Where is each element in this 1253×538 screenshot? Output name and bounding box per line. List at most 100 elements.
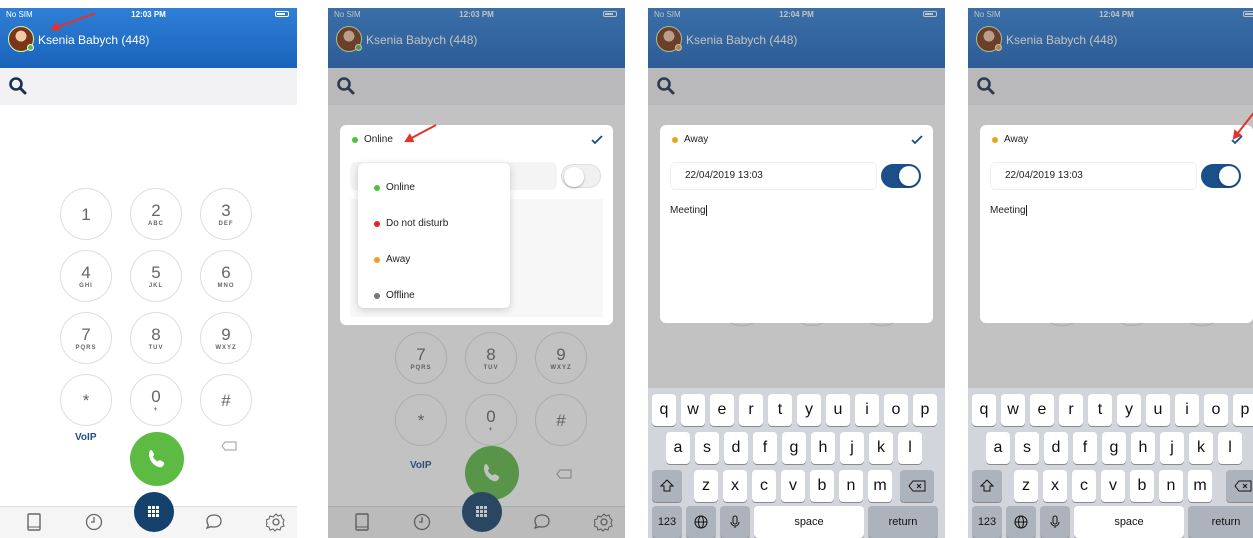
key-w[interactable]: w	[681, 394, 705, 426]
away-until-datetime[interactable]: 22/04/2019 13:03	[670, 162, 877, 190]
dial-key-6[interactable]: 6MNO	[200, 250, 252, 302]
key-g[interactable]: g	[782, 432, 806, 464]
key-j[interactable]: j	[1160, 432, 1184, 464]
key-h[interactable]: h	[1131, 432, 1155, 464]
dial-key-hash[interactable]: #	[200, 374, 252, 426]
presence-option-do-not-disturb[interactable]: Do not disturb	[358, 205, 510, 241]
key-c[interactable]: c	[1072, 470, 1096, 502]
checkmark-icon[interactable]	[911, 133, 923, 145]
key-s[interactable]: s	[695, 432, 719, 464]
key-h[interactable]: h	[811, 432, 835, 464]
user-name[interactable]: Ksenia Babych (448)	[38, 33, 149, 47]
shift-icon[interactable]	[652, 470, 682, 502]
key-k[interactable]: k	[869, 432, 893, 464]
space-key[interactable]: space	[754, 506, 864, 538]
globe-icon[interactable]	[1006, 506, 1036, 538]
away-until-toggle[interactable]	[561, 164, 601, 188]
key-v[interactable]: v	[781, 470, 805, 502]
numbers-key[interactable]: 123	[972, 506, 1002, 538]
dial-key-1[interactable]: 1	[60, 188, 112, 240]
key-b[interactable]: b	[1130, 470, 1154, 502]
key-r[interactable]: r	[1059, 394, 1083, 426]
key-p[interactable]: p	[1233, 394, 1253, 426]
key-m[interactable]: m	[1188, 470, 1212, 502]
key-k[interactable]: k	[1189, 432, 1213, 464]
key-x[interactable]: x	[1043, 470, 1067, 502]
key-z[interactable]: z	[1014, 470, 1038, 502]
return-key[interactable]: return	[868, 506, 938, 538]
status-selector[interactable]: Away	[660, 125, 933, 155]
key-s[interactable]: s	[1015, 432, 1039, 464]
key-e[interactable]: e	[1030, 394, 1054, 426]
key-u[interactable]: u	[826, 394, 850, 426]
key-a[interactable]: a	[666, 432, 690, 464]
key-o[interactable]: o	[1204, 394, 1228, 426]
presence-option-away[interactable]: Away	[358, 241, 510, 277]
key-n[interactable]: n	[839, 470, 863, 502]
space-key[interactable]: space	[1074, 506, 1184, 538]
key-y[interactable]: y	[797, 394, 821, 426]
key-m[interactable]: m	[868, 470, 892, 502]
key-w[interactable]: w	[1001, 394, 1025, 426]
key-l[interactable]: l	[1218, 432, 1242, 464]
key-j[interactable]: j	[840, 432, 864, 464]
voip-label[interactable]: VoIP	[75, 432, 96, 443]
key-q[interactable]: q	[652, 394, 676, 426]
key-v[interactable]: v	[1101, 470, 1125, 502]
key-z[interactable]: z	[694, 470, 718, 502]
key-d[interactable]: d	[724, 432, 748, 464]
key-b[interactable]: b	[810, 470, 834, 502]
dial-key-3[interactable]: 3DEF	[200, 188, 252, 240]
microphone-icon[interactable]	[720, 506, 750, 538]
presence-option-online[interactable]: Online	[358, 169, 510, 205]
dial-key-7[interactable]: 7PQRS	[60, 312, 112, 364]
key-c[interactable]: c	[752, 470, 776, 502]
call-button[interactable]	[130, 432, 184, 486]
dial-key-2[interactable]: 2ABC	[130, 188, 182, 240]
status-selector[interactable]: Away	[980, 125, 1253, 155]
away-until-toggle[interactable]	[881, 164, 921, 188]
status-note-input[interactable]: Meeting	[990, 199, 1243, 317]
key-f[interactable]: f	[753, 432, 777, 464]
dial-key-8[interactable]: 8TUV	[130, 312, 182, 364]
key-a[interactable]: a	[986, 432, 1010, 464]
key-i[interactable]: i	[1175, 394, 1199, 426]
backspace-icon[interactable]	[1226, 470, 1253, 502]
chat-icon[interactable]	[204, 512, 224, 532]
dial-key-5[interactable]: 5JKL	[130, 250, 182, 302]
dial-key-4[interactable]: 4GHI	[60, 250, 112, 302]
key-t[interactable]: t	[1088, 394, 1112, 426]
key-l[interactable]: l	[898, 432, 922, 464]
key-d[interactable]: d	[1044, 432, 1068, 464]
key-x[interactable]: x	[723, 470, 747, 502]
contacts-icon[interactable]	[24, 512, 44, 532]
away-until-toggle[interactable]	[1201, 164, 1241, 188]
settings-icon[interactable]	[265, 512, 286, 532]
backspace-icon[interactable]	[900, 470, 934, 502]
history-icon[interactable]	[84, 512, 104, 532]
key-p[interactable]: p	[913, 394, 937, 426]
key-g[interactable]: g	[1102, 432, 1126, 464]
key-n[interactable]: n	[1159, 470, 1183, 502]
globe-icon[interactable]	[686, 506, 716, 538]
away-until-datetime[interactable]: 22/04/2019 13:03	[990, 162, 1197, 190]
dial-key-star[interactable]: *	[60, 374, 112, 426]
search-bar[interactable]	[0, 68, 297, 105]
key-o[interactable]: o	[884, 394, 908, 426]
dial-key-9[interactable]: 9WXYZ	[200, 312, 252, 364]
status-note-input[interactable]: Meeting	[670, 199, 923, 317]
key-t[interactable]: t	[768, 394, 792, 426]
shift-icon[interactable]	[972, 470, 1002, 502]
key-u[interactable]: u	[1146, 394, 1170, 426]
microphone-icon[interactable]	[1040, 506, 1070, 538]
status-selector[interactable]: Online	[340, 125, 613, 155]
return-key[interactable]: return	[1188, 506, 1253, 538]
dial-key-0[interactable]: 0 +	[130, 374, 182, 426]
key-i[interactable]: i	[855, 394, 879, 426]
key-r[interactable]: r	[739, 394, 763, 426]
numbers-key[interactable]: 123	[652, 506, 682, 538]
key-e[interactable]: e	[710, 394, 734, 426]
key-q[interactable]: q	[972, 394, 996, 426]
dialpad-fab-button[interactable]	[134, 492, 174, 532]
presence-option-offline[interactable]: Offline	[358, 277, 510, 313]
